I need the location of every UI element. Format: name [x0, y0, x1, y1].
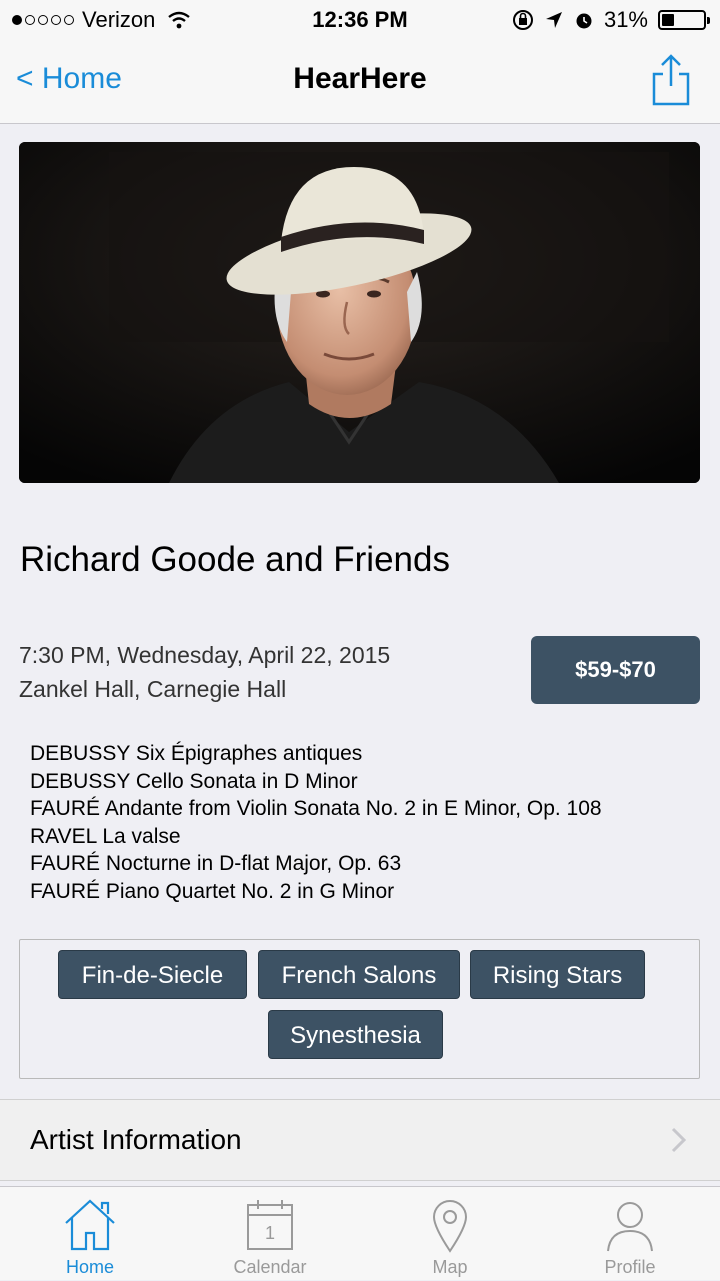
battery-icon: [658, 10, 710, 30]
page-title: HearHere: [293, 62, 427, 95]
tab-map[interactable]: Map: [360, 1187, 540, 1281]
program-item: FAURÉ Piano Quartet No. 2 in G Minor: [30, 879, 395, 903]
program-item: RAVEL La valse: [30, 824, 181, 848]
program-item: DEBUSSY Six Épigraphes antiques: [30, 742, 363, 765]
artist-information-label: Artist Information: [30, 1124, 242, 1155]
tab-label-profile: Profile: [604, 1257, 656, 1277]
tab-calendar[interactable]: 1 Calendar: [180, 1187, 360, 1281]
status-bar: Verizon 12:36 PM 31%: [0, 0, 720, 40]
program-item: FAURÉ Nocturne in D-flat Major, Op. 63: [30, 852, 402, 875]
tag-fin-de-siecle[interactable]: Fin-de-Siecle: [58, 950, 247, 999]
program-item: DEBUSSY Cello Sonata in D Minor: [30, 769, 358, 793]
navigation-bar: < Home HearHere: [0, 40, 720, 124]
calendar-day: 1: [265, 1223, 275, 1243]
price-button[interactable]: $59-$70: [531, 636, 700, 704]
chevron-right-icon: [671, 1127, 687, 1153]
profile-icon: [607, 1202, 653, 1252]
artist-portrait: [19, 142, 700, 483]
artist-photo: [19, 142, 700, 483]
event-title: Richard Goode and Friends: [20, 540, 450, 579]
battery-fill: [662, 14, 674, 26]
battery-percent: 31%: [603, 7, 648, 32]
tab-home[interactable]: Home: [0, 1187, 180, 1281]
tab-profile[interactable]: Profile: [540, 1187, 720, 1281]
event-venue: Zankel Hall, Carnegie Hall: [19, 676, 287, 702]
program-item: FAURÉ Andante from Violin Sonata No. 2 i…: [30, 797, 602, 820]
map-pin-icon: [432, 1200, 468, 1253]
artist-information-row[interactable]: Artist Information: [0, 1099, 720, 1181]
tab-label-home: Home: [65, 1257, 114, 1277]
tab-bar: Home 1 Calendar Map Profile: [0, 1186, 720, 1280]
tab-label-calendar: Calendar: [233, 1257, 307, 1277]
share-icon[interactable]: [648, 52, 694, 108]
tag-synesthesia[interactable]: Synesthesia: [268, 1010, 443, 1059]
rotation-lock-icon: [512, 10, 533, 30]
event-datetime: 7:30 PM, Wednesday, April 22, 2015: [19, 642, 391, 668]
location-icon: [545, 12, 562, 28]
status-right: 31%: [512, 7, 710, 33]
alarm-icon: [576, 13, 592, 29]
calendar-icon: 1: [247, 1200, 293, 1250]
tag-rising-stars[interactable]: Rising Stars: [470, 950, 645, 999]
tags-container: Fin-de-Siecle French Salons Rising Stars…: [19, 939, 700, 1079]
tag-french-salons[interactable]: French Salons: [258, 950, 460, 999]
program-list: DEBUSSY Six Épigraphes antiques DEBUSSY …: [30, 740, 710, 905]
tab-label-map: Map: [432, 1257, 468, 1277]
home-icon: [65, 1199, 115, 1251]
